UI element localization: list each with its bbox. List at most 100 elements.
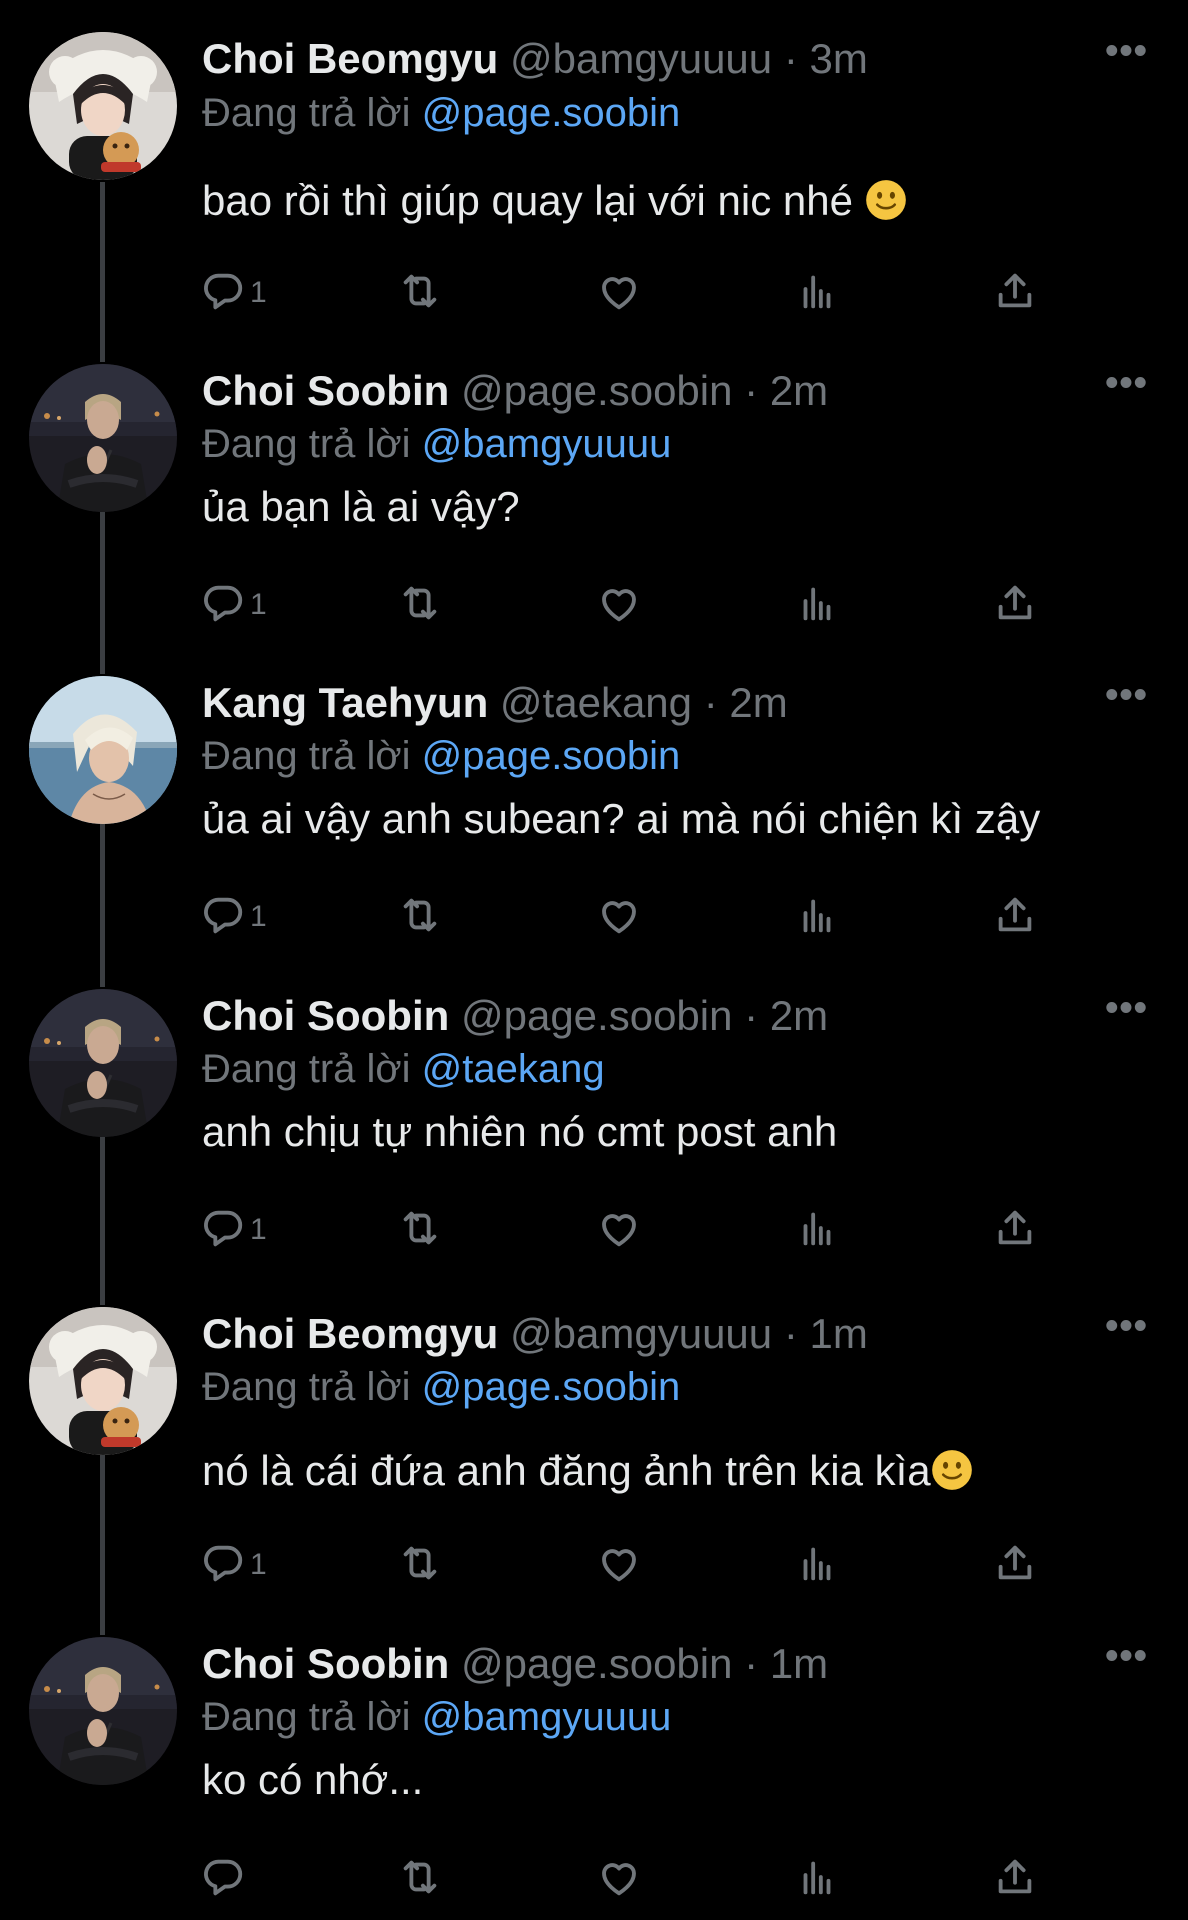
user-handle[interactable]: @bamgyuuuu xyxy=(510,1310,772,1357)
retweet-icon xyxy=(397,1540,443,1591)
user-handle[interactable]: @page.soobin xyxy=(461,367,733,414)
views-button[interactable] xyxy=(794,1202,840,1258)
tweet[interactable]: Choi Soobin @page.soobin · 1m ••• Đang t… xyxy=(0,1585,1188,1920)
avatar[interactable] xyxy=(29,989,177,1137)
more-icon[interactable]: ••• xyxy=(1105,675,1148,731)
separator: · xyxy=(783,35,798,82)
user-handle[interactable]: @bamgyuuuu xyxy=(510,35,772,82)
share-icon xyxy=(992,580,1038,631)
like-button[interactable] xyxy=(596,1851,642,1907)
retweet-icon xyxy=(397,1854,443,1905)
tweet[interactable]: Choi Beomgyu @bamgyuuuu · 1m ••• Đang tr… xyxy=(0,1255,1188,1585)
tweet-text: ko có nhớ... xyxy=(202,1750,1168,1810)
mention-link[interactable]: @bamgyuuuu xyxy=(422,1695,672,1739)
thread-line xyxy=(100,512,105,624)
timestamp[interactable]: 2m xyxy=(770,367,828,414)
share-button[interactable] xyxy=(992,1202,1038,1258)
reply-button[interactable] xyxy=(200,1851,250,1907)
user-handle[interactable]: @page.soobin xyxy=(461,1640,733,1687)
views-icon xyxy=(794,1854,840,1905)
views-icon xyxy=(794,1540,840,1591)
avatar[interactable] xyxy=(29,32,177,180)
replying-to-label: Đang trả lời xyxy=(202,1695,411,1739)
display-name[interactable]: Choi Beomgyu xyxy=(202,35,498,82)
retweet-icon xyxy=(397,580,443,631)
user-handle[interactable]: @page.soobin xyxy=(461,992,733,1039)
thread-line xyxy=(100,824,105,937)
avatar[interactable] xyxy=(29,676,177,824)
reply-count: 1 xyxy=(250,588,267,621)
more-icon[interactable]: ••• xyxy=(1105,31,1148,87)
display-name[interactable]: Choi Beomgyu xyxy=(202,1310,498,1357)
retweet-button[interactable] xyxy=(397,1851,443,1907)
thread-line xyxy=(100,1585,105,1635)
avatar[interactable] xyxy=(29,1637,177,1785)
share-icon xyxy=(992,268,1038,319)
mention-link[interactable]: @taekang xyxy=(422,1047,605,1091)
heart-icon xyxy=(596,1205,642,1256)
tweet-text-content: nó là cái đứa anh đăng ảnh trên kia kìa xyxy=(202,1447,931,1494)
tweet[interactable]: Choi Soobin @page.soobin · 2m ••• Đang t… xyxy=(0,312,1188,624)
mention-link[interactable]: @page.soobin xyxy=(422,1365,681,1409)
share-icon xyxy=(992,1854,1038,1905)
reply-icon xyxy=(200,580,246,631)
retweet-button[interactable] xyxy=(397,1202,443,1258)
more-icon[interactable]: ••• xyxy=(1105,988,1148,1044)
share-button[interactable] xyxy=(992,1851,1038,1907)
thread-line xyxy=(100,1137,105,1255)
tweet-text: bao rồi thì giúp quay lại với nic nhé xyxy=(202,171,1168,231)
reply-thread: Choi Beomgyu @bamgyuuuu · 3m ••• Đang tr… xyxy=(0,0,1188,1920)
thread-line xyxy=(100,937,105,987)
tweet-text-content: ko có nhớ... xyxy=(202,1756,424,1803)
display-name[interactable]: Choi Soobin xyxy=(202,992,449,1039)
like-button[interactable] xyxy=(596,1202,642,1258)
tweet[interactable]: Kang Taehyun @taekang · 2m ••• Đang trả … xyxy=(0,624,1188,937)
replying-to-label: Đang trả lời xyxy=(202,734,411,778)
timestamp[interactable]: 2m xyxy=(770,992,828,1039)
tweet-text-content: anh chịu tự nhiên nó cmt post anh xyxy=(202,1108,838,1155)
reply-button[interactable]: 1 xyxy=(200,1202,267,1258)
share-icon xyxy=(992,1205,1038,1256)
views-icon xyxy=(794,580,840,631)
thread-line xyxy=(100,182,105,312)
views-button[interactable] xyxy=(794,1851,840,1907)
avatar[interactable] xyxy=(29,1307,177,1455)
replying-to-label: Đang trả lời xyxy=(202,1365,411,1409)
reply-icon xyxy=(200,1540,246,1591)
thread-line xyxy=(100,1455,105,1585)
display-name[interactable]: Kang Taehyun xyxy=(202,679,488,726)
replying-to: Đang trả lời @bamgyuuuu xyxy=(202,1691,671,1743)
tweet-text-content: bao rồi thì giúp quay lại với nic nhé xyxy=(202,177,865,224)
smiley-emoji-icon xyxy=(931,1447,973,1490)
replying-to: Đang trả lời @page.soobin xyxy=(202,87,680,139)
action-bar xyxy=(200,1851,1070,1907)
display-name[interactable]: Choi Soobin xyxy=(202,367,449,414)
tweet-header: Choi Beomgyu @bamgyuuuu · 1m xyxy=(202,1306,1148,1362)
timestamp[interactable]: 2m xyxy=(729,679,787,726)
share-icon xyxy=(992,1540,1038,1591)
user-handle[interactable]: @taekang xyxy=(500,679,692,726)
tweet[interactable]: Choi Soobin @page.soobin · 2m ••• Đang t… xyxy=(0,937,1188,1255)
display-name[interactable]: Choi Soobin xyxy=(202,1640,449,1687)
replying-to-label: Đang trả lời xyxy=(202,422,411,466)
mention-link[interactable]: @page.soobin xyxy=(422,734,681,778)
more-icon[interactable]: ••• xyxy=(1105,1636,1148,1692)
reply-icon xyxy=(200,1205,246,1256)
tweet-header: Choi Beomgyu @bamgyuuuu · 3m xyxy=(202,31,1148,87)
separator: · xyxy=(783,1310,798,1357)
timestamp[interactable]: 3m xyxy=(810,35,868,82)
smiley-emoji-icon xyxy=(865,177,907,220)
more-icon[interactable]: ••• xyxy=(1105,1306,1148,1362)
heart-icon xyxy=(596,892,642,943)
timestamp[interactable]: 1m xyxy=(770,1640,828,1687)
action-bar: 1 xyxy=(200,1202,1070,1258)
replying-to-label: Đang trả lời xyxy=(202,91,411,135)
mention-link[interactable]: @page.soobin xyxy=(422,91,681,135)
thread-line xyxy=(100,312,105,362)
tweet[interactable]: Choi Beomgyu @bamgyuuuu · 3m ••• Đang tr… xyxy=(0,0,1188,312)
mention-link[interactable]: @bamgyuuuu xyxy=(422,422,672,466)
more-icon[interactable]: ••• xyxy=(1105,363,1148,419)
timestamp[interactable]: 1m xyxy=(810,1310,868,1357)
tweet-text: anh chịu tự nhiên nó cmt post anh xyxy=(202,1102,1168,1162)
avatar[interactable] xyxy=(29,364,177,512)
